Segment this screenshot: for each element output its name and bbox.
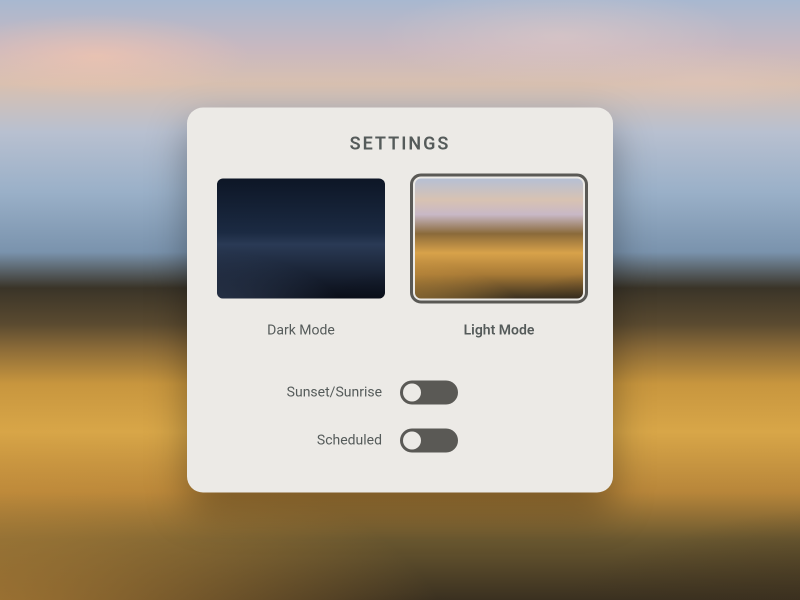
theme-option-light[interactable]: Light Mode <box>415 179 583 339</box>
toggle-row-scheduled: Scheduled <box>217 429 583 453</box>
theme-label: Light Mode <box>415 323 583 339</box>
light-mode-preview <box>415 179 583 299</box>
theme-option-dark[interactable]: Dark Mode <box>217 179 385 339</box>
settings-panel: SETTINGS Dark Mode Light Mode Sunset/Sun… <box>187 108 613 493</box>
toggle-label: Sunset/Sunrise <box>220 385 400 401</box>
toggle-row-sunset: Sunset/Sunrise <box>217 381 583 405</box>
scheduled-toggle[interactable] <box>400 429 458 453</box>
panel-title: SETTINGS <box>217 134 583 155</box>
desktop-wallpaper: SETTINGS Dark Mode Light Mode Sunset/Sun… <box>0 0 800 600</box>
toggle-knob-icon <box>403 432 421 450</box>
toggle-list: Sunset/Sunrise Scheduled <box>217 381 583 453</box>
dark-mode-preview <box>217 179 385 299</box>
theme-options: Dark Mode Light Mode <box>217 179 583 339</box>
toggle-label: Scheduled <box>220 433 400 449</box>
toggle-knob-icon <box>403 384 421 402</box>
sunset-sunrise-toggle[interactable] <box>400 381 458 405</box>
theme-label: Dark Mode <box>217 323 385 339</box>
